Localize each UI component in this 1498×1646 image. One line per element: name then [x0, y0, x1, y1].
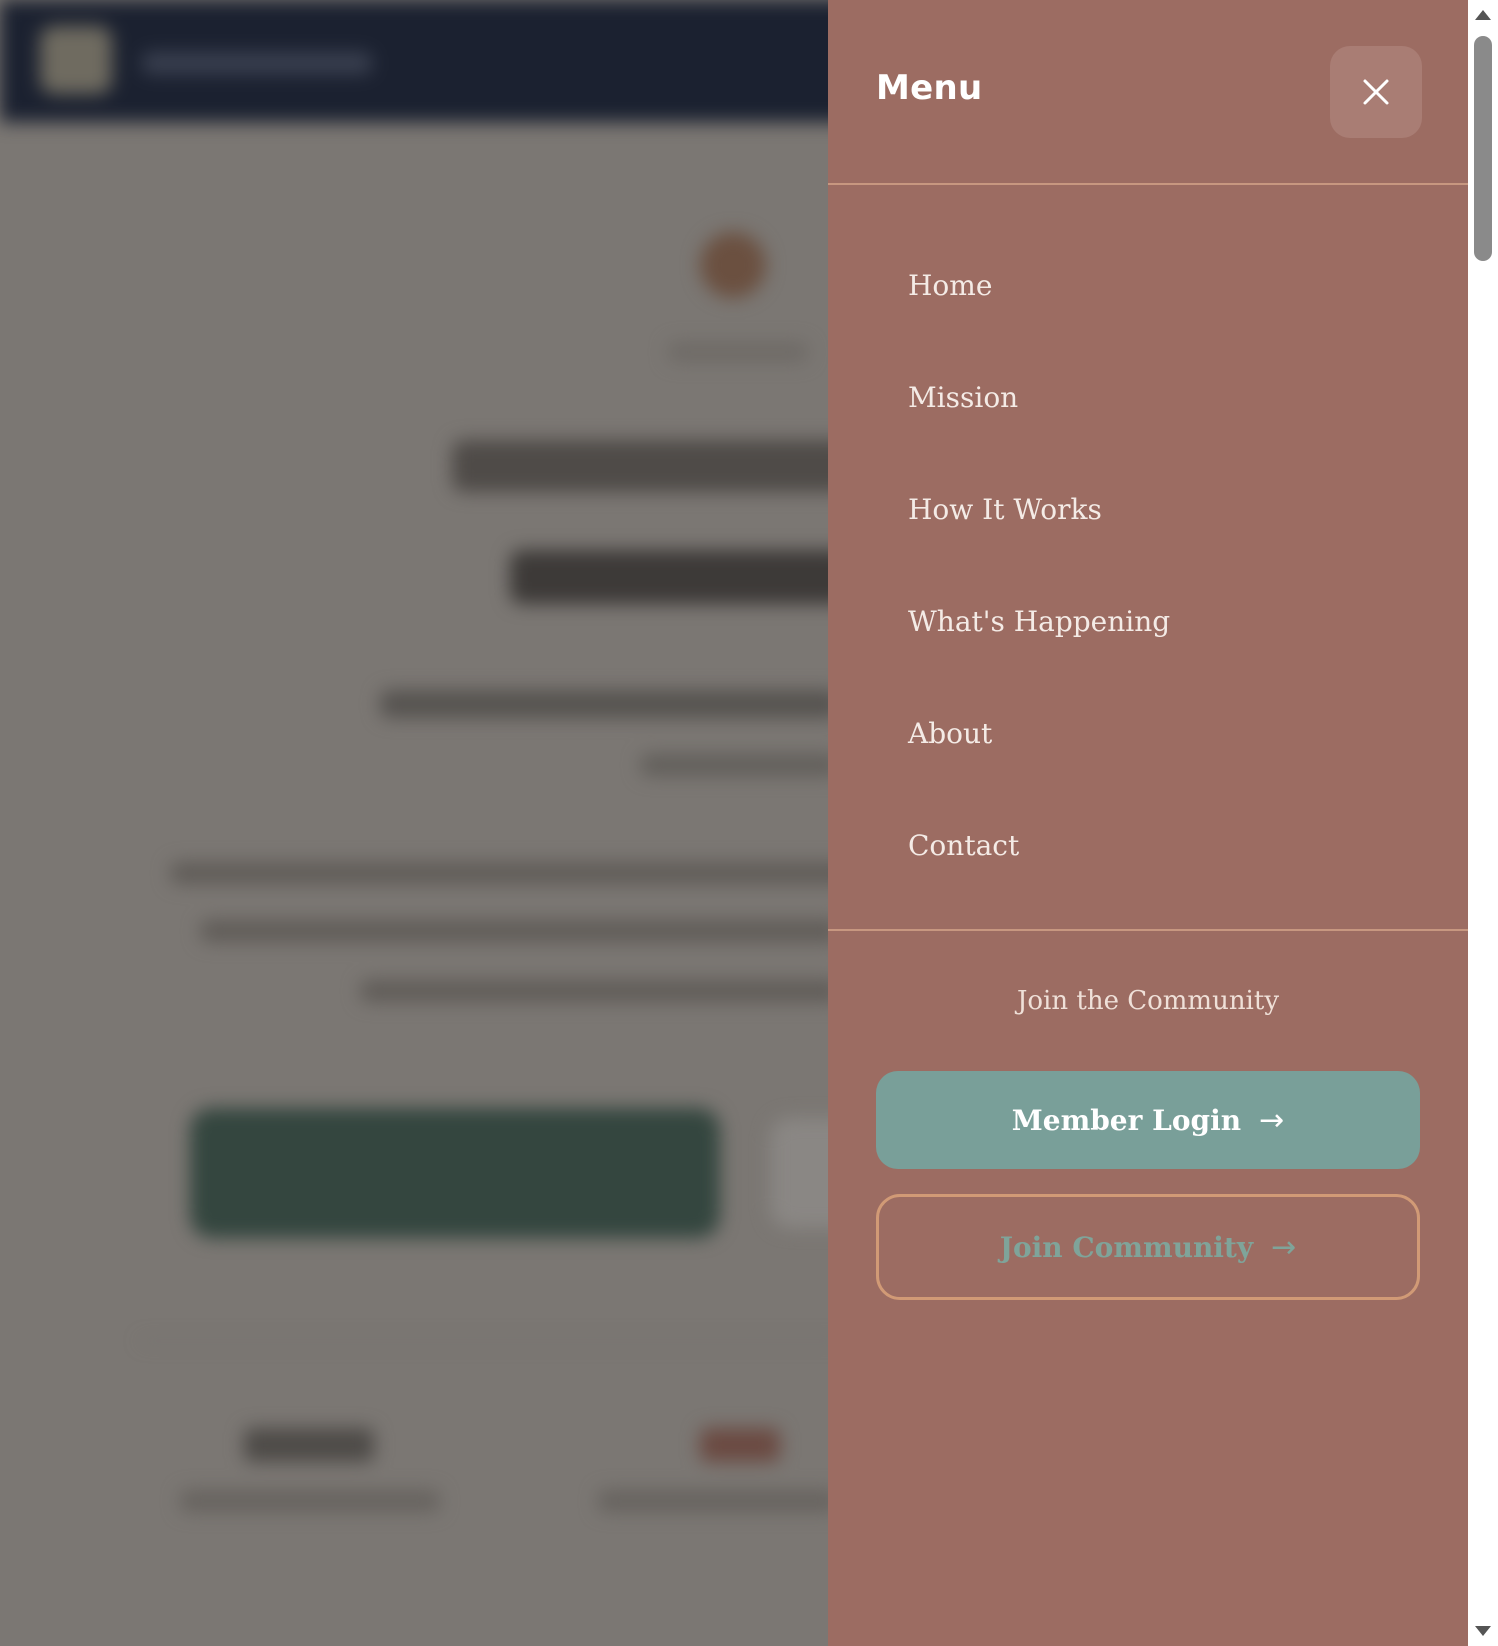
page-scrollbar[interactable] [1468, 0, 1498, 1646]
background-title-line-1 [452, 440, 852, 492]
background-paragraph-line-3 [360, 980, 840, 1002]
background-stat-value [244, 1428, 374, 1462]
nav-item-about[interactable]: About [908, 703, 992, 763]
join-community-button[interactable]: Join Community → [876, 1194, 1420, 1300]
background-logo [40, 26, 112, 94]
background-stat-label [598, 1490, 838, 1512]
background-subtitle-line-1 [380, 690, 840, 718]
scroll-down-arrow-icon[interactable] [1475, 1626, 1491, 1636]
drawer-header: Menu [828, 0, 1468, 185]
arrow-right-icon: → [1271, 1229, 1297, 1265]
background-paragraph-line-1 [170, 862, 850, 884]
close-menu-button[interactable] [1330, 46, 1422, 138]
drawer-divider [828, 929, 1468, 931]
join-community-label: Join Community [999, 1230, 1254, 1264]
arrow-right-icon: → [1259, 1102, 1285, 1138]
background-cta-button [190, 1108, 720, 1238]
background-paragraph-line-2 [200, 920, 840, 942]
member-login-button[interactable]: Member Login → [876, 1071, 1420, 1169]
nav-item-how-it-works[interactable]: How It Works [908, 479, 1102, 539]
drawer-title: Menu [876, 68, 983, 108]
nav-item-home[interactable]: Home [908, 255, 992, 315]
background-divider [140, 1340, 840, 1342]
menu-drawer: Menu Home Mission How It Works What's Ha… [828, 0, 1468, 1646]
background-stat-value [700, 1428, 780, 1462]
background-subtitle-line-2 [640, 754, 840, 776]
background-stat-label [180, 1490, 440, 1512]
background-logo-text [142, 52, 372, 74]
background-tagline [668, 342, 808, 362]
nav-item-whats-happening[interactable]: What's Happening [908, 591, 1170, 651]
close-icon [1363, 79, 1389, 105]
nav-item-contact[interactable]: Contact [908, 815, 1019, 875]
scroll-up-arrow-icon[interactable] [1475, 10, 1491, 20]
scrollbar-thumb[interactable] [1474, 36, 1492, 261]
member-login-label: Member Login [1011, 1103, 1242, 1137]
background-title-line-2 [510, 550, 850, 604]
join-heading: Join the Community [1016, 986, 1280, 1016]
background-avatar [700, 232, 766, 298]
nav-item-mission[interactable]: Mission [908, 367, 1018, 427]
